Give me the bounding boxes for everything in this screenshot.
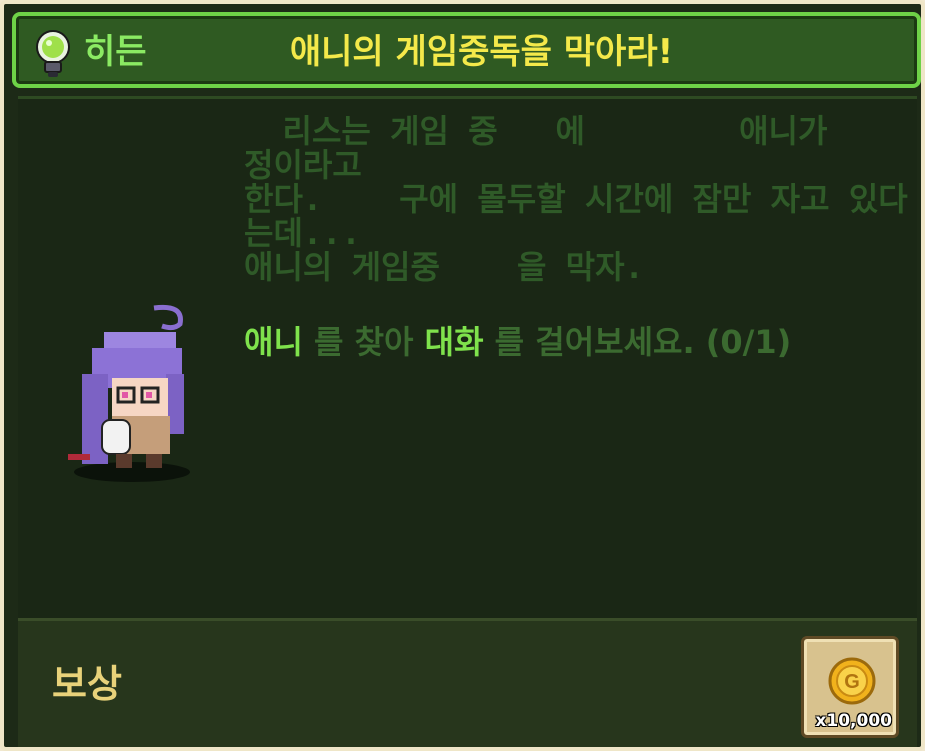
objective-target-name: 애니 (244, 323, 303, 361)
reward-item-slot[interactable]: G x10,000 (801, 636, 899, 738)
gold-coin-icon: G (828, 657, 876, 705)
objective-action: 대화 (424, 323, 484, 361)
quest-title: 애니의 게임중독을 막아라! (289, 32, 674, 72)
quest-objective: 애니 를 찾아 대화 를 걸어보세요. (0/1) (244, 322, 791, 362)
objective-text-2: 를 걸어보세요. (0/1) (483, 323, 792, 361)
reward-label: 보상 (52, 662, 122, 706)
quest-header: 히든 애니의 게임중독을 막아라! (12, 12, 921, 88)
reward-section (18, 618, 917, 747)
objective-text-1: 를 찾아 (302, 323, 425, 361)
character-sprite (68, 304, 190, 482)
quest-description: 리스는 게임 중 에 애니가 정이라고 한다. 구에 몰두할 시간에 잠만 자고… (244, 112, 908, 286)
svg-text:G: G (844, 671, 860, 693)
reward-amount: x10,000 (815, 711, 892, 731)
quest-panel: 히든 애니의 게임중독을 막아라! 리스는 게임 중 에 애니가 정이라고 한다… (0, 0, 925, 751)
